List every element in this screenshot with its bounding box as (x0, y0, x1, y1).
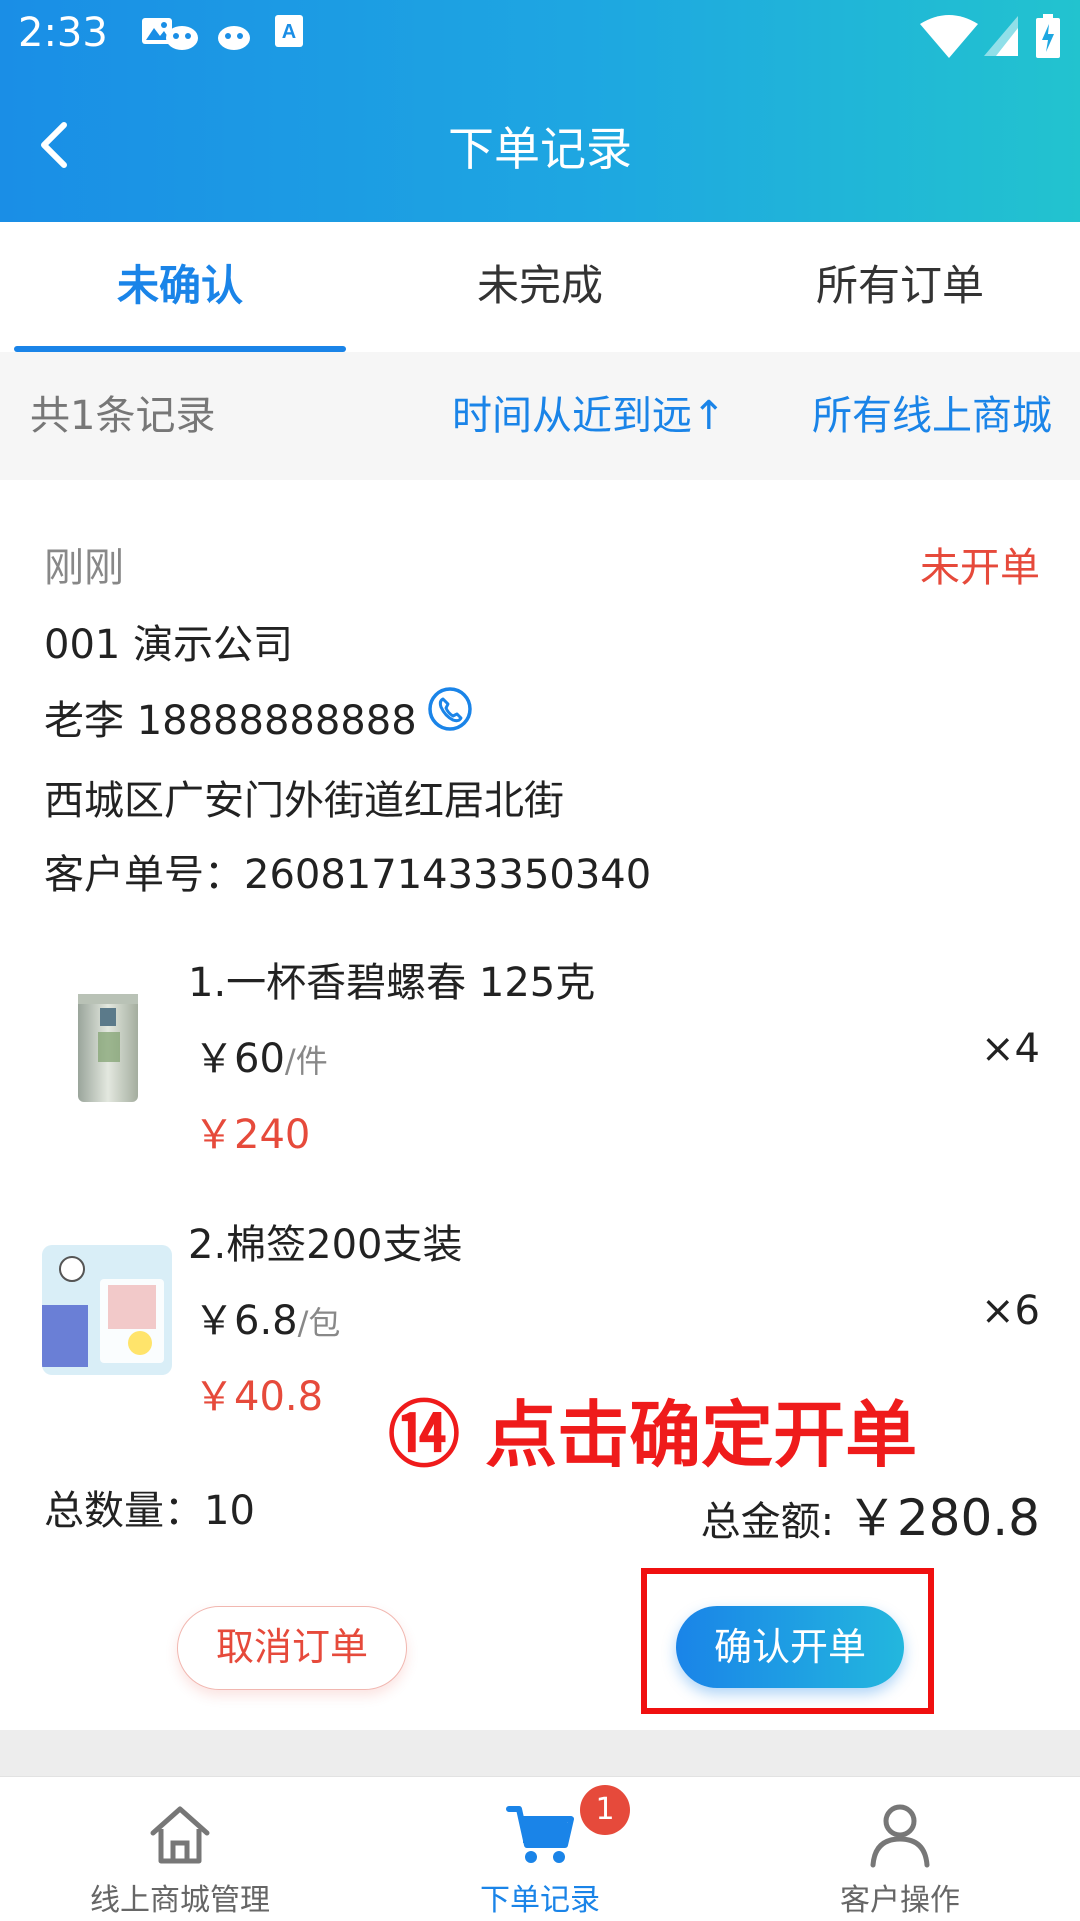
customer-order-number: 客户单号：2608171433350340 (44, 852, 652, 898)
contact-info: 老李 18888888888 (44, 698, 417, 744)
record-count: 共1条记录 (30, 393, 216, 439)
item-quantity: ×6 (981, 1288, 1040, 1334)
product-image-tea (74, 988, 142, 1106)
svg-text:A: A (282, 21, 296, 43)
bottom-navigation: 线上商城管理 下单记录 1 客户操作 (0, 1776, 1080, 1921)
total-quantity: 总数量：10 (44, 1488, 255, 1534)
tutorial-highlight-box (641, 1568, 934, 1714)
app-notification-icon (166, 26, 198, 50)
company-name: 001 演示公司 (44, 622, 294, 668)
status-time: 2:33 (18, 10, 108, 56)
filter-bar: 共1条记录 时间从近到远↑ 所有线上商城 (0, 352, 1080, 481)
item-price: ￥60/件 (194, 1036, 328, 1082)
tab-unconfirmed[interactable]: 未确认 (0, 222, 360, 352)
battery-icon (1036, 14, 1060, 58)
item-subtotal: ￥240 (194, 1112, 311, 1158)
shop-filter[interactable]: 所有线上商城 (812, 352, 1052, 480)
nav-item-shop-management[interactable]: 线上商城管理 (0, 1777, 360, 1921)
total-amount-label: 总金额: (700, 1499, 835, 1545)
total-amount: 总金额: ￥280.8 (701, 1478, 1040, 1550)
phone-call-icon[interactable] (426, 685, 474, 733)
wifi-icon (920, 15, 978, 58)
nav-item-order-records[interactable]: 下单记录 (360, 1777, 720, 1921)
item-name: 2.棉签200支装 (188, 1222, 463, 1268)
order-card: 刚刚 未开单 001 演示公司 老李 18888888888 西城区广安门外街道… (0, 480, 1080, 1730)
item-quantity: ×4 (981, 1026, 1040, 1072)
person-icon (870, 1804, 930, 1868)
page-title: 下单记录 (448, 122, 632, 176)
cancel-order-button[interactable]: 取消订单 (177, 1606, 407, 1690)
app-notification-icon (218, 26, 250, 50)
a-notification-icon: A (275, 15, 303, 47)
nav-item-customer-actions[interactable]: 客户操作 (720, 1777, 1080, 1921)
product-image-cotton-swab (42, 1245, 172, 1375)
nav-label: 下单记录 (480, 1883, 600, 1918)
cart-badge: 1 (580, 1785, 630, 1835)
total-amount-value: ￥280.8 (846, 1489, 1040, 1547)
home-icon (150, 1806, 210, 1864)
item-name: 1.一杯香碧螺春 125克 (188, 960, 596, 1006)
nav-label: 线上商城管理 (90, 1883, 270, 1918)
order-tabs: 未确认 未完成 所有订单 (0, 222, 1080, 352)
tab-incomplete[interactable]: 未完成 (360, 222, 720, 352)
app-header: 2:33 A 下单记录 (0, 0, 1080, 222)
section-divider (0, 1730, 1080, 1776)
sort-toggle[interactable]: 时间从近到远↑ (452, 352, 726, 480)
order-status: 未开单 (920, 545, 1040, 591)
address: 西城区广安门外街道红居北街 (44, 778, 564, 824)
signal-icon (984, 16, 1018, 56)
order-time: 刚刚 (44, 545, 124, 591)
cart-icon (506, 1806, 574, 1863)
nav-label: 客户操作 (840, 1883, 960, 1918)
status-bar: 2:33 A (0, 0, 1080, 74)
item-price: ￥6.8/包 (194, 1298, 341, 1344)
item-subtotal: ￥40.8 (194, 1374, 324, 1420)
tab-all-orders[interactable]: 所有订单 (720, 222, 1080, 352)
tutorial-annotation: ⑭ 点击确定开单 (388, 1393, 918, 1477)
